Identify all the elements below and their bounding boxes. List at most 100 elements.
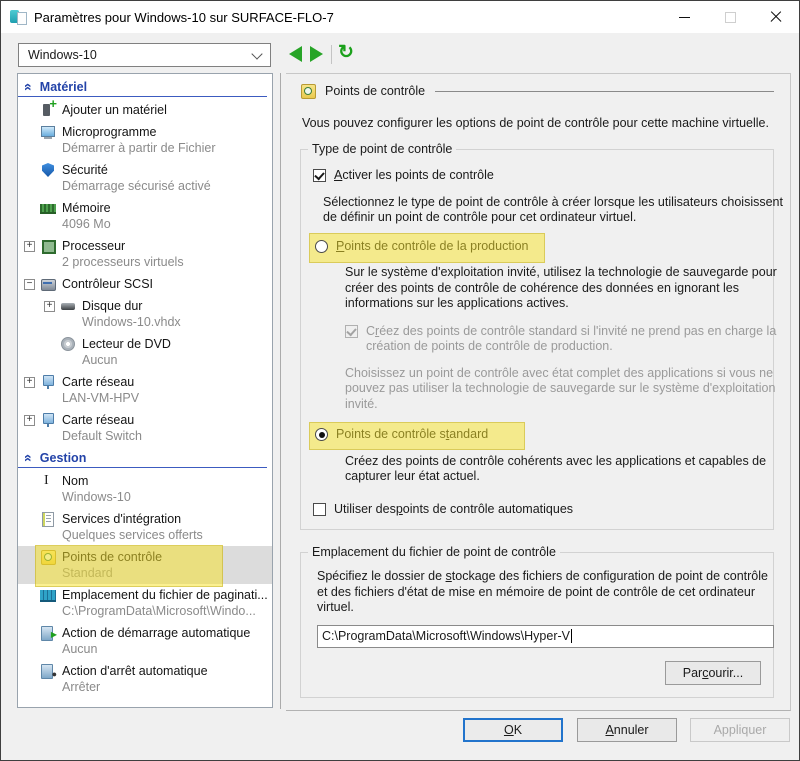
sidebar-item-network-adapter-1[interactable]: + Carte réseau LAN-VM-HPV — [18, 371, 272, 409]
memory-icon — [40, 200, 56, 216]
sidebar-item-memory[interactable]: Mémoire 4096 Mo — [18, 197, 272, 235]
item-label: Processeur — [62, 239, 126, 253]
item-sublabel: Default Switch — [62, 429, 142, 443]
item-label: Sécurité — [62, 163, 108, 177]
text-caret — [570, 629, 572, 643]
collapse-icon: « — [20, 454, 37, 462]
vm-selector-dropdown[interactable]: Windows-10 — [18, 43, 271, 67]
complete-state-description: Choisissez un point de contrôle avec éta… — [345, 365, 776, 411]
sidebar-item-processor[interactable]: + Processeur 2 processeurs virtuels — [18, 235, 272, 273]
item-sublabel: Quelques services offerts — [62, 528, 203, 542]
item-sublabel: Standard — [62, 566, 113, 580]
radio-selected-icon[interactable] — [315, 428, 328, 441]
browse-button[interactable]: Parcourir... — [665, 660, 761, 685]
sidebar-item-checkpoints[interactable]: Points de contrôle Standard — [18, 545, 272, 587]
item-label: Points de contrôle — [62, 550, 163, 564]
production-checkpoints-radio[interactable]: Points de contrôle de la production — [309, 232, 763, 263]
expander-icon[interactable]: + — [24, 241, 35, 252]
ok-button[interactable]: OK — [463, 718, 563, 742]
item-label: Services d'intégration — [62, 512, 182, 526]
apply-button: Appliquer — [690, 718, 790, 742]
standard-description: Créez des points de contrôle cohérents a… — [345, 453, 767, 484]
item-label: Action de démarrage automatique — [62, 626, 251, 640]
title-bar: Paramètres pour Windows-10 sur SURFACE-F… — [1, 1, 799, 33]
security-icon — [40, 162, 56, 178]
processor-icon — [40, 238, 56, 254]
group-label: Emplacement du fichier de point de contr… — [308, 545, 560, 559]
checkpoint-path-input[interactable]: C:\ProgramData\Microsoft\Windows\Hyper-V — [317, 624, 774, 648]
expander-icon[interactable]: + — [24, 415, 35, 426]
settings-dialog: Paramètres pour Windows-10 sur SURFACE-F… — [0, 0, 800, 761]
window-title: Paramètres pour Windows-10 sur SURFACE-F… — [34, 9, 334, 25]
maximize-icon — [707, 1, 753, 33]
close-icon[interactable] — [753, 1, 799, 33]
sidebar-item-hard-disk[interactable]: + Disque dur Windows-10.vhdx — [18, 295, 272, 333]
expander-icon[interactable]: + — [24, 377, 35, 388]
item-sublabel: C:\ProgramData\Microsoft\Windo... — [62, 604, 256, 618]
autostop-icon — [40, 663, 57, 682]
item-sublabel: Arrêter — [62, 680, 101, 694]
sidebar-item-name[interactable]: Nom Windows-10 — [18, 470, 272, 508]
add-hardware-icon — [40, 96, 57, 118]
item-label: Lecteur de DVD — [82, 337, 171, 351]
item-label: Disque dur — [82, 299, 143, 313]
checkbox-unchecked-icon[interactable] — [313, 502, 326, 516]
navigate-back-icon[interactable] — [289, 46, 302, 62]
panel-splitter[interactable] — [280, 73, 281, 709]
autostart-icon — [40, 625, 57, 643]
sidebar-tree: «Matériel Ajouter un matériel Microprogram… — [17, 73, 273, 708]
item-sublabel: 4096 Mo — [62, 217, 111, 231]
expander-icon[interactable]: − — [24, 279, 35, 290]
enable-checkpoints-checkbox[interactable]: Activer les points de contrôle — [313, 168, 763, 184]
minimize-icon[interactable] — [661, 1, 707, 33]
item-sublabel: Aucun — [62, 642, 98, 656]
item-label: Action d'arrêt automatique — [62, 664, 208, 678]
checkpoint-location-group: Emplacement du fichier de point de contr… — [300, 545, 774, 698]
section-title: Gestion — [39, 451, 87, 465]
checkpoint-icon — [300, 83, 316, 99]
vm-selector-value: Windows-10 — [28, 48, 97, 62]
item-label: Carte réseau — [62, 413, 135, 427]
pane-intro: Vous pouvez configurer les options de po… — [302, 116, 769, 130]
item-label: Mémoire — [62, 201, 111, 215]
navigate-forward-icon[interactable] — [310, 46, 323, 62]
hyperv-settings-icon — [10, 9, 27, 25]
sidebar-item-auto-stop-action[interactable]: Action d'arrêt automatique Arrêter — [18, 660, 272, 698]
refresh-icon[interactable]: ↻ — [338, 41, 354, 65]
sidebar-item-auto-start-action[interactable]: Action de démarrage automatique Aucun — [18, 622, 272, 660]
network-icon — [40, 412, 56, 428]
item-sublabel: Démarrage sécurisé activé — [62, 179, 211, 193]
pagefile-icon — [40, 587, 56, 603]
chevron-down-icon — [251, 47, 263, 60]
checkpoint-icon — [40, 549, 56, 565]
checkpoints-pane: Points de contrôle Vous pouvez configure… — [286, 73, 791, 711]
item-label: Microprogramme — [62, 125, 157, 139]
location-description: Spécifiez le dossier de stockage des fic… — [317, 569, 768, 614]
item-sublabel: Windows-10.vhdx — [82, 315, 181, 329]
fallback-standard-checkbox: Créez des points de contrôle standard si… — [345, 324, 793, 355]
sidebar-item-network-adapter-2[interactable]: + Carte réseau Default Switch — [18, 409, 272, 447]
radio-unselected-icon[interactable] — [315, 239, 328, 253]
item-sublabel: LAN-VM-HPV — [62, 391, 140, 405]
sidebar-item-dvd-drive[interactable]: Lecteur de DVD Aucun — [18, 333, 272, 371]
pane-header: Points de contrôle — [300, 83, 774, 99]
sidebar-item-add-hardware[interactable]: Ajouter un matériel — [18, 96, 272, 121]
automatic-checkpoints-checkbox[interactable]: Utiliser despoints de contrôle automatiq… — [313, 502, 763, 518]
sidebar-item-scsi-controller[interactable]: − Contrôleur SCSI — [18, 273, 272, 295]
sidebar-item-pagefile-location[interactable]: Emplacement du fichier de paginati... C:\… — [18, 584, 272, 622]
sidebar-item-firmware[interactable]: Microprogramme Démarrer à partir de Fichi… — [18, 121, 272, 159]
sidebar-item-security[interactable]: Sécurité Démarrage sécurisé activé — [18, 159, 272, 197]
checkbox-checked-icon[interactable] — [313, 169, 326, 182]
item-label: Ajouter un matériel — [62, 103, 167, 117]
sidebar-item-integration-services[interactable]: Services d'intégration Quelques services … — [18, 508, 272, 546]
item-sublabel: Aucun — [82, 353, 118, 367]
cancel-button[interactable]: Annuler — [577, 718, 677, 742]
network-icon — [40, 374, 56, 390]
standard-checkpoints-radio[interactable]: Points de contrôle standard — [309, 422, 763, 450]
checkpoint-type-group: Type de point de contrôle Activer les po… — [300, 142, 783, 530]
window-controls — [661, 1, 799, 33]
tree-section-header[interactable]: «Matériel — [18, 79, 267, 97]
item-label: Nom — [62, 474, 89, 488]
tree-section-header[interactable]: «Gestion — [18, 450, 267, 468]
expander-icon[interactable]: + — [44, 301, 55, 312]
